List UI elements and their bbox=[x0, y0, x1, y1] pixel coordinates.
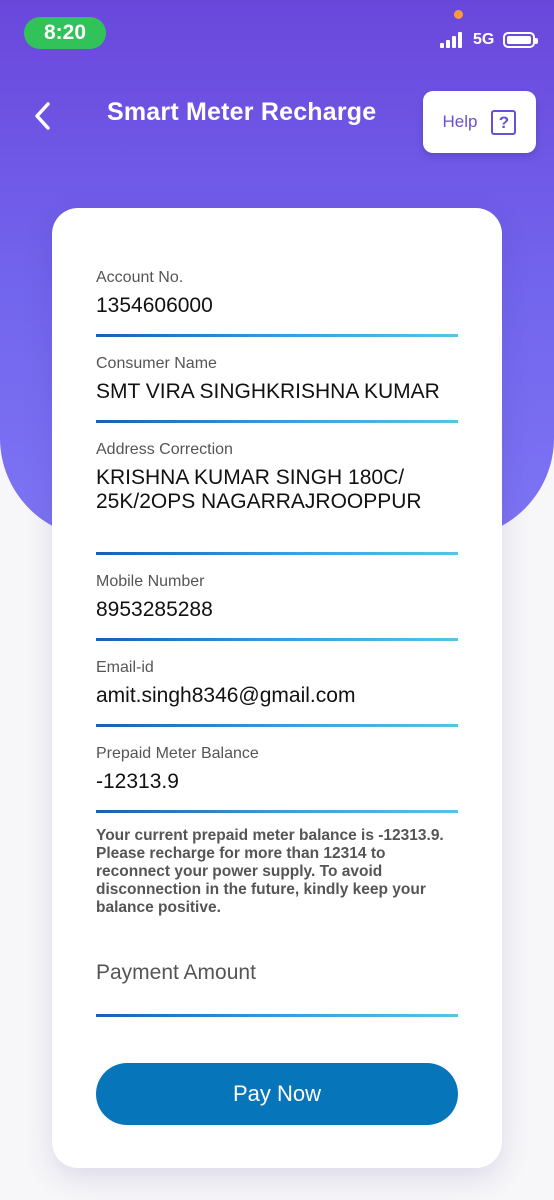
account-no-field: Account No. 1354606000 bbox=[96, 268, 458, 318]
status-time: 8:20 bbox=[24, 17, 106, 49]
mobile-underline bbox=[96, 638, 458, 641]
balance-field: Prepaid Meter Balance -12313.9 bbox=[96, 744, 458, 794]
network-type: 5G bbox=[473, 31, 495, 48]
page-title: Smart Meter Recharge bbox=[107, 98, 377, 126]
payment-amount-underline bbox=[96, 1014, 458, 1017]
back-button[interactable] bbox=[26, 98, 58, 134]
account-no-underline bbox=[96, 334, 458, 337]
consumer-details-card: Account No. 1354606000 Consumer Name SMT… bbox=[52, 208, 502, 1168]
mobile-label: Mobile Number bbox=[96, 573, 205, 590]
battery-icon bbox=[503, 32, 538, 48]
privacy-indicator-dot bbox=[454, 10, 463, 19]
email-field: Email-id amit.singh8346@gmail.com bbox=[96, 658, 458, 708]
consumer-name-label: Consumer Name bbox=[96, 355, 217, 372]
chevron-left-icon bbox=[35, 102, 50, 130]
address-field: Address Correction KRISHNA KUMAR SINGH 1… bbox=[96, 440, 458, 514]
question-icon: ? bbox=[491, 109, 517, 135]
address-label: Address Correction bbox=[96, 441, 233, 458]
consumer-name-value: SMT VIRA SINGHKRISHNA KUMAR bbox=[96, 380, 440, 403]
consumer-name-underline bbox=[96, 420, 458, 423]
account-no-label: Account No. bbox=[96, 269, 184, 286]
payment-amount-input[interactable] bbox=[96, 955, 458, 991]
balance-label: Prepaid Meter Balance bbox=[96, 745, 259, 762]
email-underline bbox=[96, 724, 458, 727]
help-label: Help bbox=[442, 112, 478, 131]
pay-now-button[interactable]: Pay Now bbox=[96, 1063, 458, 1125]
consumer-name-field: Consumer Name SMT VIRA SINGHKRISHNA KUMA… bbox=[96, 354, 458, 404]
smart-meter-recharge-screen: 8:20 5G Smart Meter Recharge Help ? Acco… bbox=[0, 0, 554, 1200]
balance-underline bbox=[96, 810, 458, 813]
address-value: KRISHNA KUMAR SINGH 180C/ 25K/2OPS NAGAR… bbox=[96, 466, 422, 513]
mobile-value: 8953285288 bbox=[96, 598, 213, 621]
email-label: Email-id bbox=[96, 659, 154, 676]
balance-value: -12313.9 bbox=[96, 770, 179, 793]
email-value: amit.singh8346@gmail.com bbox=[96, 684, 356, 707]
help-button[interactable]: Help ? bbox=[423, 91, 536, 153]
signal-icon bbox=[440, 32, 466, 48]
mobile-field: Mobile Number 8953285288 bbox=[96, 572, 458, 622]
balance-notice: Your current prepaid meter balance is -1… bbox=[96, 827, 444, 916]
address-underline bbox=[96, 552, 458, 555]
account-no-value: 1354606000 bbox=[96, 294, 213, 317]
